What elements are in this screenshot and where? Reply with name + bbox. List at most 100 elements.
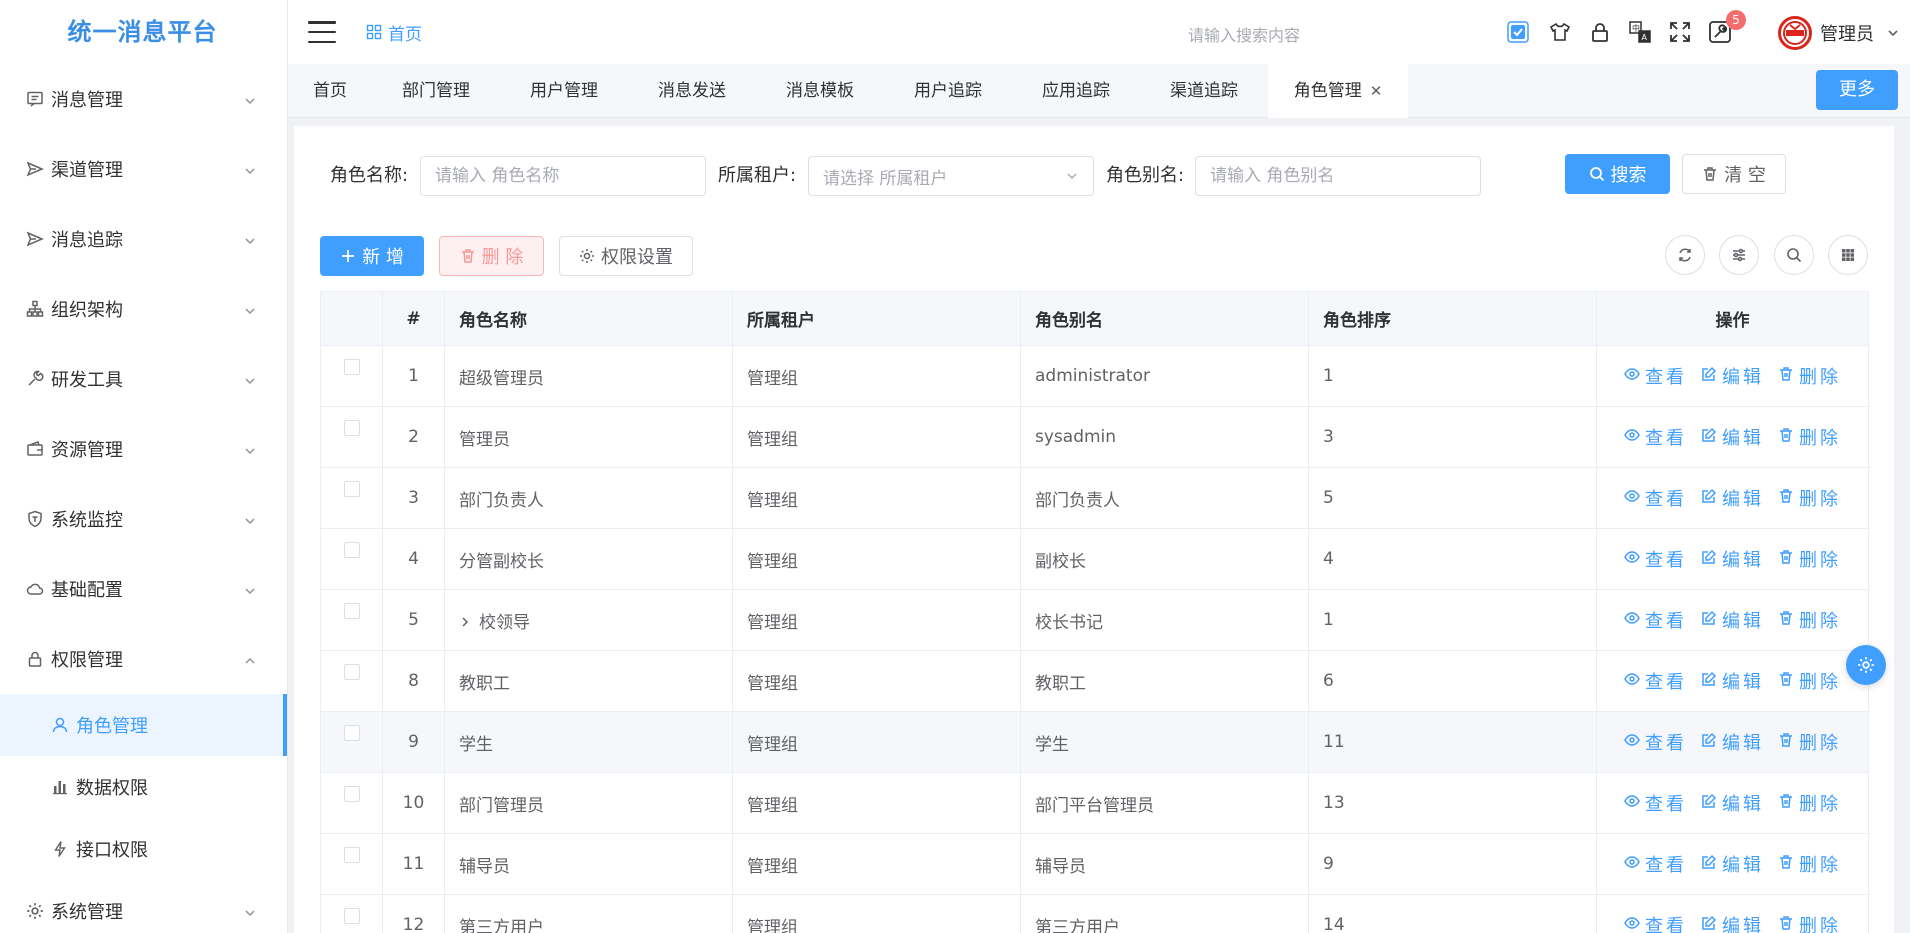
row-checkbox[interactable] <box>343 664 360 680</box>
table-row[interactable]: 1 超级管理员 管理组 administrator 1 查看 编辑 删除 <box>320 345 1869 407</box>
row-checkbox[interactable] <box>343 847 360 863</box>
view-button[interactable]: 查看 <box>1624 424 1687 450</box>
sidebar-subitem[interactable]: 接口权限 <box>0 818 287 880</box>
edit-button[interactable]: 编辑 <box>1701 912 1764 933</box>
close-icon[interactable]: ✕ <box>1370 82 1383 100</box>
tab[interactable]: 首页 <box>288 64 372 118</box>
edit-button[interactable]: 编辑 <box>1701 424 1764 450</box>
add-button[interactable]: 新 增 <box>320 236 424 276</box>
table-row[interactable]: 11 辅导员 管理组 辅导员 9 查看 编辑 删除 <box>320 833 1869 895</box>
tab[interactable]: 部门管理 <box>372 64 500 118</box>
column-header[interactable]: 角色排序 <box>1308 291 1597 346</box>
view-button[interactable]: 查看 <box>1624 851 1687 877</box>
user-menu[interactable]: 管理员 <box>1778 16 1900 50</box>
delete-button[interactable]: 删除 <box>1778 485 1841 511</box>
delete-button[interactable]: 删除 <box>1778 363 1841 389</box>
sidebar-item[interactable]: 基础配置 <box>0 554 287 624</box>
edit-button[interactable]: 编辑 <box>1701 546 1764 572</box>
sidebar-item[interactable]: 消息追踪 <box>0 204 287 274</box>
tab[interactable]: 用户管理 <box>500 64 628 118</box>
tab[interactable]: 消息模板 <box>756 64 884 118</box>
delete-button[interactable]: 删除 <box>1778 668 1841 694</box>
notification-tool-icon[interactable]: 5 <box>1706 10 1746 46</box>
clear-button[interactable]: 清 空 <box>1682 154 1786 194</box>
more-tabs-button[interactable]: 更多 <box>1816 70 1898 110</box>
row-checkbox[interactable] <box>343 908 360 924</box>
view-button[interactable]: 查看 <box>1624 912 1687 933</box>
edit-button[interactable]: 编辑 <box>1701 729 1764 755</box>
tab[interactable]: 消息发送 <box>628 64 756 118</box>
refresh-button[interactable] <box>1665 235 1705 275</box>
tab[interactable]: 角色管理 ✕ <box>1268 64 1408 118</box>
view-button[interactable]: 查看 <box>1624 668 1687 694</box>
delete-button[interactable]: 删除 <box>1778 790 1841 816</box>
density-button[interactable] <box>1828 235 1868 275</box>
table-row[interactable]: 12 第三方用户 管理组 第三方用户 14 查看 编辑 删除 <box>320 894 1869 933</box>
view-button[interactable]: 查看 <box>1624 607 1687 633</box>
edit-button[interactable]: 编辑 <box>1701 363 1764 389</box>
chevron-right-icon[interactable] <box>459 613 471 633</box>
column-header[interactable]: 所属租户 <box>732 291 1021 346</box>
batch-delete-button[interactable]: 删 除 <box>439 236 544 276</box>
edit-button[interactable]: 编辑 <box>1701 790 1764 816</box>
row-checkbox[interactable] <box>343 542 360 558</box>
lock-icon[interactable] <box>1586 18 1614 46</box>
search-button[interactable]: 搜索 <box>1565 154 1670 194</box>
sidebar-item[interactable]: 组织架构 <box>0 274 287 344</box>
sidebar-item[interactable]: 权限管理 <box>0 624 287 694</box>
permission-settings-button[interactable]: 权限设置 <box>559 236 693 276</box>
sidebar-item[interactable]: 研发工具 <box>0 344 287 414</box>
toggle-search-button[interactable] <box>1774 235 1814 275</box>
view-button[interactable]: 查看 <box>1624 485 1687 511</box>
table-row[interactable]: 2 管理员 管理组 sysadmin 3 查看 编辑 删除 <box>320 406 1869 468</box>
settings-float-button[interactable] <box>1846 645 1886 685</box>
sidebar-subitem[interactable]: 角色管理 <box>0 694 287 756</box>
table-row[interactable]: 3 部门负责人 管理组 部门负责人 5 查看 编辑 删除 <box>320 467 1869 529</box>
user-name[interactable]: 管理员 <box>1820 20 1874 46</box>
tab[interactable]: 用户追踪 <box>884 64 1012 118</box>
row-checkbox[interactable] <box>343 786 360 802</box>
delete-button[interactable]: 删除 <box>1778 729 1841 755</box>
row-checkbox[interactable] <box>343 420 360 436</box>
role-name-input[interactable] <box>420 156 706 196</box>
table-row[interactable]: 8 教职工 管理组 教职工 6 查看 编辑 删除 <box>320 650 1869 712</box>
edit-button[interactable]: 编辑 <box>1701 668 1764 694</box>
theme-shirt-icon[interactable] <box>1546 18 1574 46</box>
alias-input[interactable] <box>1195 156 1481 196</box>
language-icon[interactable]: 中A <box>1626 18 1654 46</box>
sidebar-item[interactable]: 资源管理 <box>0 414 287 484</box>
menu-toggle-icon[interactable] <box>308 21 336 43</box>
table-row[interactable]: 10 部门管理员 管理组 部门平台管理员 13 查看 编辑 删除 <box>320 772 1869 834</box>
delete-button[interactable]: 删除 <box>1778 912 1841 933</box>
sidebar-item[interactable]: 系统管理 <box>0 880 287 933</box>
row-checkbox[interactable] <box>343 481 360 497</box>
edit-button[interactable]: 编辑 <box>1701 607 1764 633</box>
sidebar-subitem[interactable]: 数据权限 <box>0 756 287 818</box>
breadcrumb-home[interactable]: 首页 <box>388 20 422 45</box>
view-button[interactable]: 查看 <box>1624 729 1687 755</box>
tab[interactable]: 应用追踪 <box>1012 64 1140 118</box>
delete-button[interactable]: 删除 <box>1778 424 1841 450</box>
tenant-select[interactable]: 请选择 所属租户 <box>808 156 1094 196</box>
view-button[interactable]: 查看 <box>1624 363 1687 389</box>
fullscreen-icon[interactable] <box>1666 18 1694 46</box>
view-button[interactable]: 查看 <box>1624 546 1687 572</box>
sidebar-item[interactable]: 消息管理 <box>0 64 287 134</box>
edit-button[interactable]: 编辑 <box>1701 851 1764 877</box>
delete-button[interactable]: 删除 <box>1778 851 1841 877</box>
delete-button[interactable]: 删除 <box>1778 546 1841 572</box>
avatar[interactable] <box>1778 16 1812 50</box>
table-row[interactable]: 4 分管副校长 管理组 副校长 4 查看 编辑 删除 <box>320 528 1869 590</box>
delete-button[interactable]: 删除 <box>1778 607 1841 633</box>
table-row[interactable]: 5 校领导 管理组 校长书记 1 查看 编辑 删除 <box>320 589 1869 651</box>
column-header[interactable]: 角色别名 <box>1020 291 1309 346</box>
sidebar-item[interactable]: 渠道管理 <box>0 134 287 204</box>
checkbox-icon[interactable] <box>1504 18 1532 46</box>
row-checkbox[interactable] <box>343 725 360 741</box>
edit-button[interactable]: 编辑 <box>1701 485 1764 511</box>
column-header[interactable]: 角色名称 <box>444 291 733 346</box>
view-button[interactable]: 查看 <box>1624 790 1687 816</box>
column-settings-button[interactable] <box>1719 235 1759 275</box>
chevron-down-icon[interactable] <box>1886 26 1900 40</box>
row-checkbox[interactable] <box>343 603 360 619</box>
